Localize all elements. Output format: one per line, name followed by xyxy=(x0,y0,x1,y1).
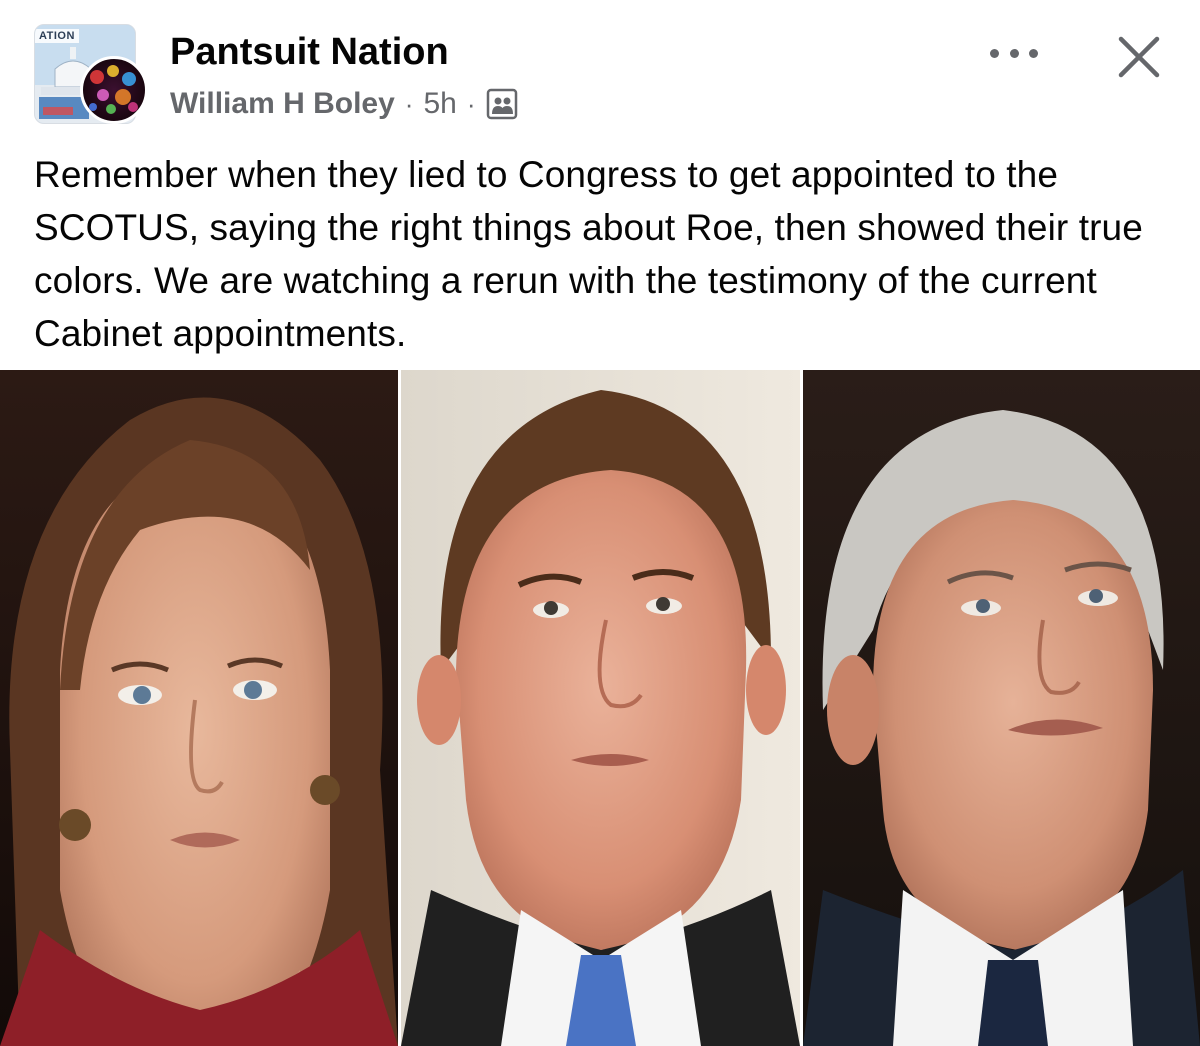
portrait-right xyxy=(803,370,1200,1046)
facebook-post: ATION Pantsuit Nation William H Boley · … xyxy=(0,0,1200,1046)
portrait-center xyxy=(401,370,800,1046)
meta-separator: · xyxy=(404,89,414,119)
group-name[interactable]: Pantsuit Nation xyxy=(170,30,449,74)
author-name[interactable]: William H Boley xyxy=(170,86,395,122)
author-avatar[interactable] xyxy=(80,56,148,124)
portrait-left xyxy=(0,370,398,1046)
post-header: ATION Pantsuit Nation William H Boley · … xyxy=(0,0,1200,140)
bokeh-lights-icon xyxy=(89,65,138,114)
post-meta: William H Boley · 5h · xyxy=(170,84,518,124)
close-icon[interactable] xyxy=(1112,30,1166,84)
post-timestamp[interactable]: 5h xyxy=(423,86,456,122)
group-members-icon xyxy=(486,88,518,120)
post-photo[interactable] xyxy=(0,370,1200,1046)
group-avatar-label: ATION xyxy=(35,29,79,43)
post-text: Remember when they lied to Congress to g… xyxy=(34,154,1143,354)
more-options-icon[interactable] xyxy=(986,36,1042,70)
meta-separator: · xyxy=(466,89,476,119)
